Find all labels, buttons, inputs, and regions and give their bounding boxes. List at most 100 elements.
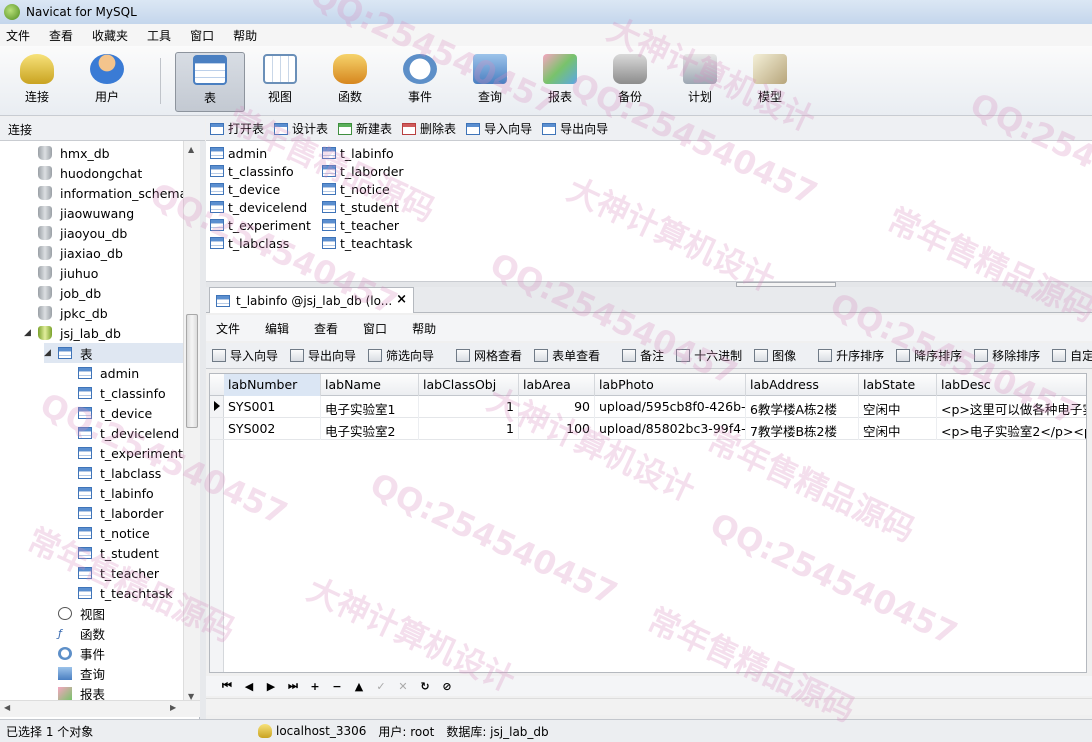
form-view-button[interactable]: 表单查看	[534, 347, 600, 364]
object-table-t_labinfo[interactable]: t_labinfo	[322, 144, 394, 162]
object-table-t_labclass[interactable]: t_labclass	[210, 234, 289, 252]
object-table-t_student[interactable]: t_student	[322, 198, 399, 216]
object-table-t_devicelend[interactable]: t_devicelend	[210, 198, 307, 216]
first-record-icon[interactable]: ⏮	[216, 679, 238, 693]
cell-labName[interactable]: 电子实验室2	[321, 418, 419, 440]
menu-file[interactable]: 文件	[0, 27, 43, 44]
previous-record-icon[interactable]: ◀	[238, 680, 260, 693]
discard-changes-icon[interactable]: ✕	[392, 680, 414, 693]
tree-db-jpkc_db[interactable]: jpkc_db	[38, 303, 108, 323]
tree-node-tables[interactable]: ◢ 表	[44, 343, 183, 363]
column-header-labNumber[interactable]: labNumber	[224, 374, 321, 396]
import-wizard-button[interactable]: 导入向导	[466, 120, 532, 137]
cell-labClassObj[interactable]: 1	[419, 396, 519, 418]
scroll-up-icon[interactable]: ▲	[348, 680, 370, 693]
column-header-labPhoto[interactable]: labPhoto	[595, 374, 746, 396]
design-table-button[interactable]: 设计表	[274, 120, 328, 137]
grid-import-wizard-button[interactable]: 导入向导	[212, 347, 278, 364]
cell-labState[interactable]: 空闲中	[859, 396, 937, 418]
memo-button[interactable]: 备注	[622, 347, 664, 364]
next-record-icon[interactable]: ▶	[260, 680, 282, 693]
collapse-arrow-icon[interactable]: ◢	[44, 348, 54, 358]
tree-table-t_experiment[interactable]: t_experiment	[78, 443, 183, 463]
toolbar-report-button[interactable]: 报表	[536, 52, 584, 112]
menu-help[interactable]: 帮助	[227, 27, 270, 44]
tree-db-information_schema[interactable]: information_schema	[38, 183, 187, 203]
open-table-button[interactable]: 打开表	[210, 120, 264, 137]
object-table-t_notice[interactable]: t_notice	[322, 180, 390, 198]
tree-node-functions[interactable]: ƒ 函数	[58, 623, 105, 643]
menu-window[interactable]: 窗口	[184, 27, 227, 44]
custom-sort-button[interactable]: 自定	[1052, 347, 1092, 364]
toolbar-user-button[interactable]: 用户	[84, 52, 130, 112]
column-header-labArea[interactable]: labArea	[519, 374, 595, 396]
tree-table-t_student[interactable]: t_student	[78, 543, 159, 563]
toolbar-table-button[interactable]: 表	[175, 52, 245, 112]
tree-db-jiaxiao_db[interactable]: jiaxiao_db	[38, 243, 123, 263]
tree-db-huodongchat[interactable]: huodongchat	[38, 163, 142, 183]
tree-node-views[interactable]: 视图	[58, 603, 105, 623]
tree-db-job_db[interactable]: job_db	[38, 283, 101, 303]
filter-wizard-button[interactable]: 筛选向导	[368, 347, 434, 364]
tree-vertical-scrollbar[interactable]: ▲ ▼	[183, 141, 200, 705]
tree-db-hmx_db[interactable]: hmx_db	[38, 143, 110, 163]
add-record-icon[interactable]: +	[304, 680, 326, 693]
toolbar-connection-button[interactable]: 连接	[14, 52, 60, 112]
toolbar-schedule-button[interactable]: 计划	[676, 52, 724, 112]
delete-table-button[interactable]: 删除表	[402, 120, 456, 137]
object-table-t_device[interactable]: t_device	[210, 180, 280, 198]
toolbar-function-button[interactable]: 函数	[326, 52, 374, 112]
grid-horizontal-scrollbar[interactable]	[206, 698, 1092, 715]
grid-view-button[interactable]: 网格查看	[456, 347, 522, 364]
scroll-thumb[interactable]	[186, 314, 198, 428]
cell-labNumber[interactable]: SYS002	[224, 418, 321, 440]
last-record-icon[interactable]: ⏭	[282, 679, 304, 693]
scroll-left-arrow-icon[interactable]: ◀	[4, 703, 10, 712]
toolbar-backup-button[interactable]: 备份	[606, 52, 654, 112]
object-table-t_teacher[interactable]: t_teacher	[322, 216, 399, 234]
tree-table-t_laborder[interactable]: t_laborder	[78, 503, 164, 523]
column-header-labClassObj[interactable]: labClassObj	[419, 374, 519, 396]
collapse-arrow-icon[interactable]: ◢	[24, 328, 34, 338]
cell-labClassObj[interactable]: 1	[419, 418, 519, 440]
sort-ascending-button[interactable]: 升序排序	[818, 347, 884, 364]
tree-table-t_device[interactable]: t_device	[78, 403, 152, 423]
grid-export-wizard-button[interactable]: 导出向导	[290, 347, 356, 364]
column-header-labName[interactable]: labName	[321, 374, 419, 396]
object-table-t_classinfo[interactable]: t_classinfo	[210, 162, 294, 180]
scroll-right-arrow-icon[interactable]: ▶	[170, 703, 176, 712]
cell-labNumber[interactable]: SYS001	[224, 396, 321, 418]
tree-node-queries[interactable]: 查询	[58, 663, 105, 683]
editor-menu-edit[interactable]: 编辑	[265, 320, 289, 337]
menu-favorites[interactable]: 收藏夹	[86, 27, 141, 44]
tree-table-t_labclass[interactable]: t_labclass	[78, 463, 161, 483]
tree-table-t_labinfo[interactable]: t_labinfo	[78, 483, 154, 503]
cell-labArea[interactable]: 100	[519, 418, 595, 440]
column-header-labDesc[interactable]: labDesc	[937, 374, 1086, 396]
close-tab-icon[interactable]: ×	[396, 292, 407, 307]
tree-table-t_teachtask[interactable]: t_teachtask	[78, 583, 173, 603]
remove-sort-button[interactable]: 移除排序	[974, 347, 1040, 364]
editor-menu-window[interactable]: 窗口	[363, 320, 387, 337]
tree-db-jsj_lab_db[interactable]: ◢ jsj_lab_db	[24, 323, 121, 343]
editor-menu-file[interactable]: 文件	[216, 320, 240, 337]
cell-labDesc[interactable]: <p>电子实验室2</p><p>	[937, 418, 1086, 440]
tree-node-events[interactable]: 事件	[58, 643, 105, 663]
object-table-t_experiment[interactable]: t_experiment	[210, 216, 311, 234]
cell-labPhoto[interactable]: upload/85802bc3-99f4-4	[595, 418, 746, 440]
refresh-icon[interactable]: ↻	[414, 680, 436, 693]
cell-labName[interactable]: 电子实验室1	[321, 396, 419, 418]
tab-t_labinfo[interactable]: t_labinfo @jsj_lab_db (lo... ×	[209, 287, 414, 313]
toolbar-view-button[interactable]: 视图	[256, 52, 304, 112]
toolbar-query-button[interactable]: 查询	[466, 52, 514, 112]
tree-table-t_classinfo[interactable]: t_classinfo	[78, 383, 166, 403]
column-header-labAddress[interactable]: labAddress	[746, 374, 859, 396]
menu-view[interactable]: 查看	[43, 27, 86, 44]
scroll-up-arrow-icon[interactable]: ▲	[188, 145, 194, 154]
tree-table-t_devicelend[interactable]: t_devicelend	[78, 423, 179, 443]
cell-labAddress[interactable]: 7教学楼B栋2楼	[746, 418, 859, 440]
hex-button[interactable]: 十六进制	[676, 347, 742, 364]
editor-menu-help[interactable]: 帮助	[412, 320, 436, 337]
object-table-t_teachtask[interactable]: t_teachtask	[322, 234, 413, 252]
cell-labAddress[interactable]: 6教学楼A栋2楼	[746, 396, 859, 418]
